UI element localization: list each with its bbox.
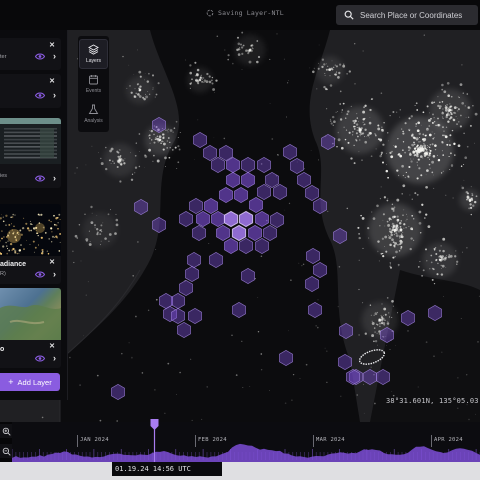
layer-card[interactable]: o ✕ › [0, 288, 61, 368]
save-status-text: Saving Layer-NTL [218, 9, 284, 17]
layer-card[interactable]: ies✕› [0, 118, 61, 188]
timeline-month-label: APR 2024 [434, 437, 463, 443]
tool-label: Events [85, 88, 102, 94]
save-status: Saving Layer-NTL [206, 9, 284, 17]
timeline-scrubber[interactable]: JAN 2024 FEB 2024 MAR 2024 APR 2024 [12, 422, 480, 462]
chevron-right-icon[interactable]: › [53, 52, 56, 61]
zoom-in-button[interactable] [0, 424, 12, 438]
timeline-month-label: FEB 2024 [198, 437, 227, 443]
month-tick [195, 435, 196, 447]
tool-analysis[interactable]: Analysis [79, 99, 108, 129]
month-tick [431, 435, 432, 447]
layer-card[interactable]: ✕ › [0, 74, 61, 108]
zoom-out-icon [2, 447, 11, 456]
hexbin-cell[interactable] [238, 210, 254, 228]
layer-name: adiance [0, 261, 27, 268]
tool-label: Layers [85, 58, 101, 64]
search-input[interactable] [360, 10, 470, 20]
map-canvas[interactable] [0, 30, 480, 422]
flask-icon [88, 104, 99, 114]
remove-layer-icon[interactable]: ✕ [49, 258, 55, 267]
layer-card[interactable]: adiance R) ✕ › [0, 204, 61, 284]
add-layer-label: Add Layer [17, 377, 52, 387]
timeline-playhead[interactable] [150, 418, 159, 462]
layer-subtitle: ies [0, 173, 8, 179]
hexbin-cell[interactable] [223, 210, 239, 228]
remove-layer-icon[interactable]: ✕ [49, 342, 55, 351]
timeline-month-label: JAN 2024 [80, 437, 109, 443]
plus-icon: + [8, 376, 14, 387]
visibility-eye-icon[interactable] [35, 355, 45, 362]
layers-panel: ter✕›✕›ies✕›adianceR)✕›o✕›+Add Layer [0, 30, 68, 400]
tool-label: Analysis [84, 118, 103, 124]
search-box[interactable] [336, 5, 478, 25]
layers-icon [88, 44, 99, 55]
cursor-coordinates: 38°31.601N, 135°05.03 [386, 397, 479, 405]
visibility-eye-icon[interactable] [35, 175, 45, 182]
spinner-icon [206, 9, 214, 17]
hexbin-cell[interactable] [231, 224, 247, 242]
month-tick [313, 435, 314, 447]
chevron-right-icon[interactable]: › [53, 354, 56, 363]
chevron-right-icon[interactable]: › [53, 174, 56, 183]
layer-thumbnail [0, 118, 61, 164]
visibility-eye-icon[interactable] [35, 53, 45, 60]
layer-thumbnail [0, 288, 61, 340]
current-timestamp: 01.19.24 14:56 UTC [112, 462, 222, 476]
chevron-right-icon[interactable]: › [53, 270, 56, 279]
chevron-right-icon[interactable]: › [53, 91, 56, 100]
remove-layer-icon[interactable]: ✕ [49, 77, 55, 86]
tool-events[interactable]: Events [79, 69, 108, 99]
app-window: Saving Layer-NTL ter✕›✕›ies✕›adianceR)✕›… [0, 0, 480, 480]
tool-layers[interactable]: Layers [79, 39, 108, 69]
zoom-in-icon [2, 427, 11, 436]
layer-thumbnail [0, 204, 61, 256]
layer-name: o [0, 346, 5, 353]
calendar-icon [89, 75, 98, 85]
timeline-month-label: MAR 2024 [316, 437, 345, 443]
layer-subtitle: R) [0, 271, 6, 277]
tool-rail: Layers Events Analysis [78, 36, 109, 132]
search-icon [344, 10, 354, 20]
remove-layer-icon[interactable]: ✕ [49, 41, 55, 50]
layer-subtitle: ter [0, 54, 7, 60]
visibility-eye-icon[interactable] [35, 271, 45, 278]
night-lights-map[interactable] [0, 30, 480, 422]
zoom-out-button[interactable] [0, 444, 12, 458]
add-layer-button[interactable]: + Add Layer [0, 373, 60, 391]
month-tick [77, 435, 78, 447]
top-bar: Saving Layer-NTL [0, 0, 480, 30]
bottom-strip [0, 462, 480, 480]
layer-card[interactable]: ter ✕ › [0, 38, 61, 70]
visibility-eye-icon[interactable] [35, 92, 45, 99]
